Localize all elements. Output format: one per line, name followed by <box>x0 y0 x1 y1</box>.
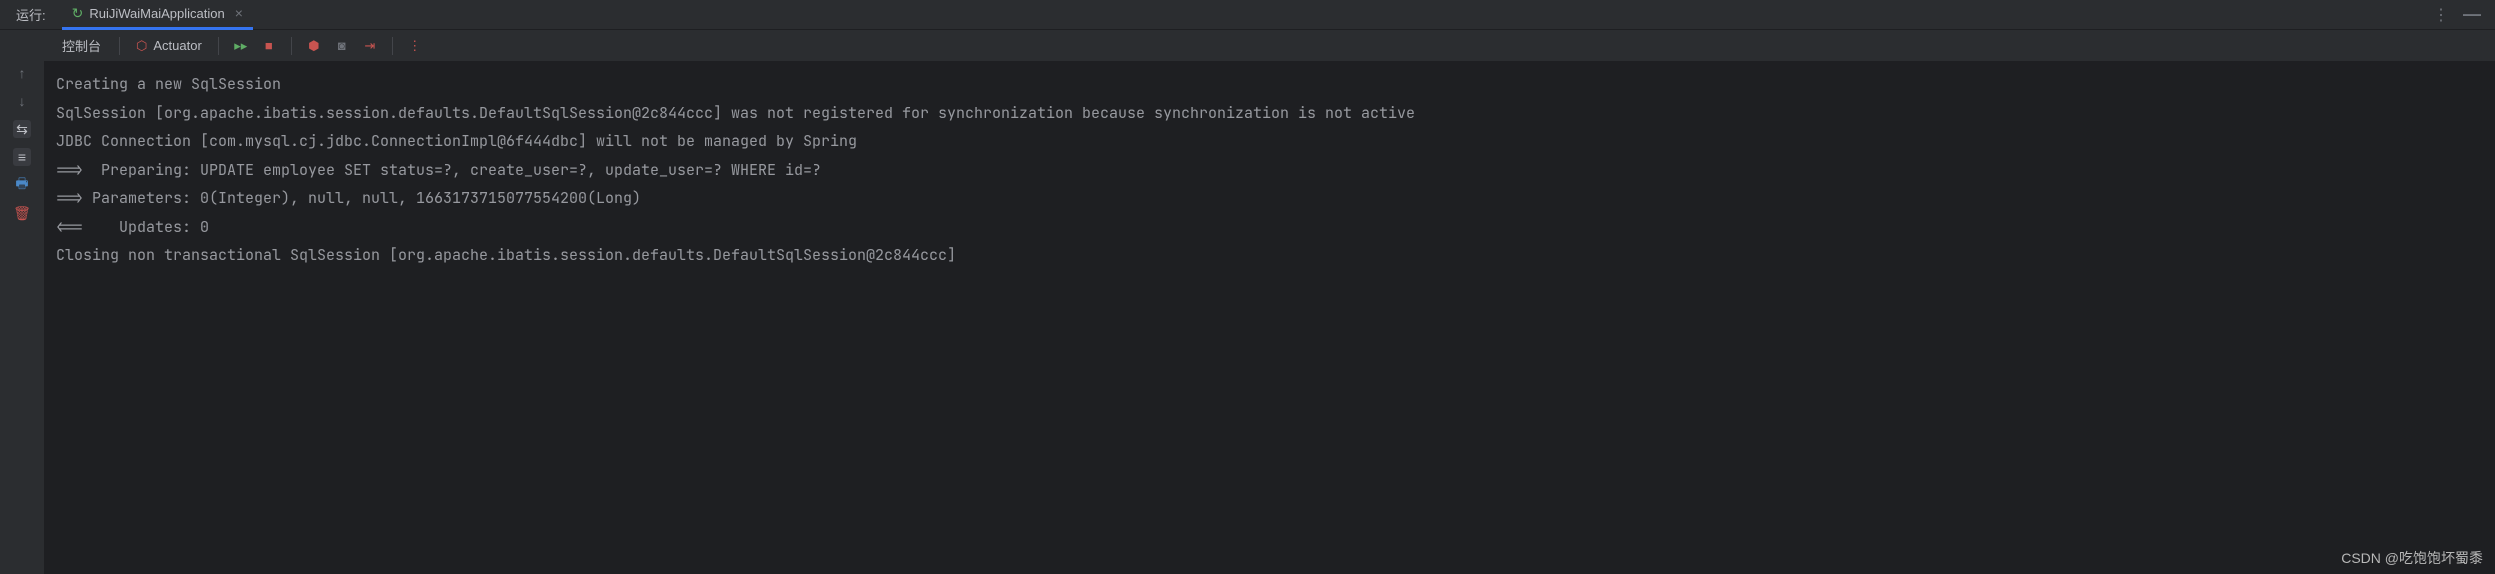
arrow-up-icon[interactable]: ↑ <box>13 64 31 82</box>
tab-actuator[interactable]: ⬡ Actuator <box>130 38 208 54</box>
exit-icon[interactable]: ⇥ <box>358 34 382 58</box>
minimize-icon[interactable]: — <box>2463 4 2481 25</box>
stop-button[interactable]: ■ <box>257 34 281 58</box>
toolbar-divider <box>119 37 120 55</box>
console-toolbar: 控制台 ⬡ Actuator ▸▸ ■ ⬢ ◙ ⇥ ⋮ <box>44 30 2495 62</box>
more-vertical-icon[interactable]: ⋮ <box>403 34 427 58</box>
header-right-controls: ⋮ — <box>2433 4 2495 25</box>
trash-icon[interactable]: 🗑 <box>13 204 31 222</box>
run-config-tab[interactable]: ↻ RuiJiWaiMaiApplication × <box>62 0 253 30</box>
bug-icon[interactable]: ⬢ <box>302 34 326 58</box>
toolbar-divider <box>392 37 393 55</box>
rerun-button[interactable]: ▸▸ <box>229 34 253 58</box>
console-output[interactable]: Creating a new SqlSession SqlSession [or… <box>44 62 2495 574</box>
refresh-icon: ↻ <box>72 5 84 22</box>
run-label: 运行: <box>0 5 62 24</box>
tab-console[interactable]: 控制台 <box>54 36 109 55</box>
more-options-icon[interactable]: ⋮ <box>2433 5 2449 25</box>
scroll-to-end-icon[interactable]: ≡ <box>13 148 31 166</box>
soft-wrap-icon[interactable]: ⇆ <box>13 120 31 138</box>
toolbar-divider <box>218 37 219 55</box>
console-gutter: ↑ ↓ ⇆ ≡ 🖶 🗑 <box>0 30 44 574</box>
actuator-icon: ⬡ <box>136 38 147 54</box>
main-area: ↑ ↓ ⇆ ≡ 🖶 🗑 控制台 ⬡ Actuator ▸▸ ■ ⬢ ◙ ⇥ ⋮ … <box>0 30 2495 574</box>
run-tool-window-header: 运行: ↻ RuiJiWaiMaiApplication × ⋮ — <box>0 0 2495 30</box>
arrow-down-icon[interactable]: ↓ <box>13 92 31 110</box>
print-icon[interactable]: 🖶 <box>13 176 31 194</box>
camera-icon[interactable]: ◙ <box>330 34 354 58</box>
toolbar-divider <box>291 37 292 55</box>
content-column: 控制台 ⬡ Actuator ▸▸ ■ ⬢ ◙ ⇥ ⋮ Creating a n… <box>44 30 2495 574</box>
close-tab-icon[interactable]: × <box>235 5 243 21</box>
watermark: CSDN @吃饱饱坏蜀黍 <box>2341 548 2483 568</box>
app-tab-label: RuiJiWaiMaiApplication <box>89 6 224 21</box>
actuator-label: Actuator <box>153 38 201 53</box>
